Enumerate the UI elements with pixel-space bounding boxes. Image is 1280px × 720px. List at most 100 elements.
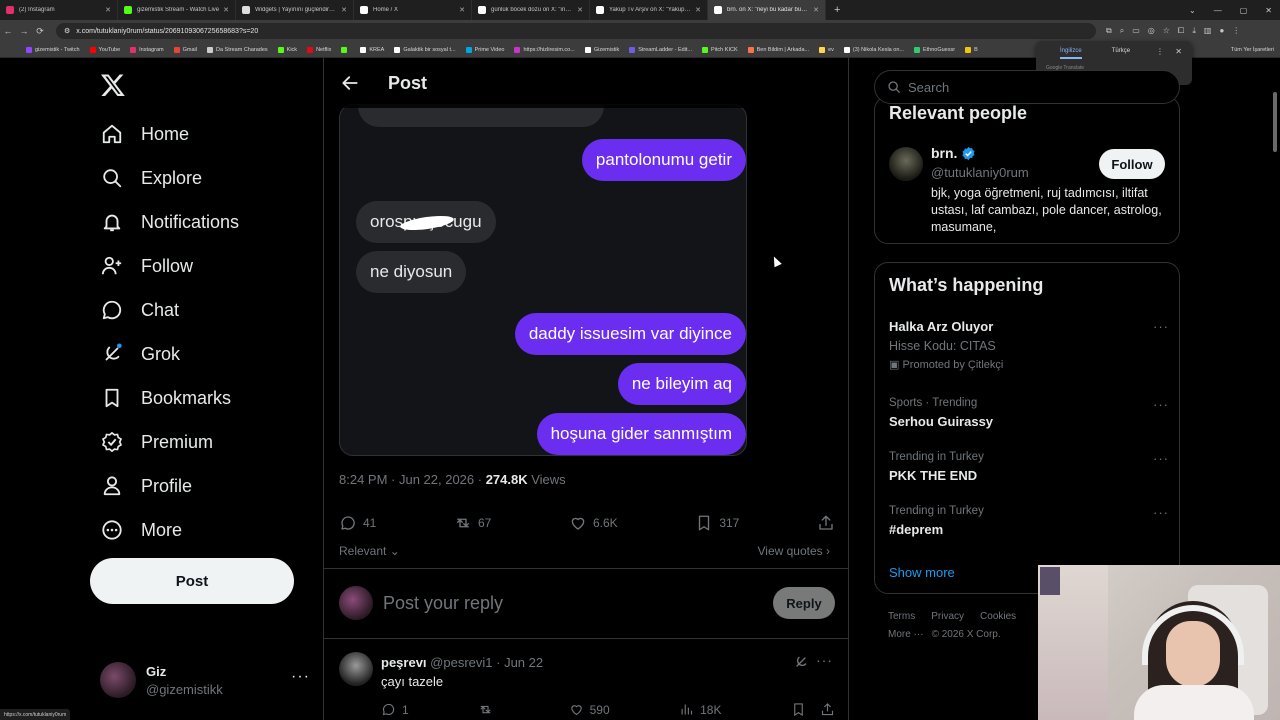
close-icon[interactable]: ✕ xyxy=(695,6,701,14)
reply-item[interactable]: peşrevı @pesrevi1 · Jun 22 çayı tazele ·… xyxy=(339,652,835,720)
bookmark-item[interactable]: https://hizliresim.co... xyxy=(514,46,575,53)
reload-icon[interactable]: ⟳ xyxy=(32,26,48,37)
close-window-icon[interactable]: ✕ xyxy=(1265,6,1272,15)
reply-button[interactable]: Reply xyxy=(773,587,835,619)
menu-dots-icon[interactable]: ⋮ xyxy=(1232,26,1240,36)
more-dots-icon[interactable]: ··· xyxy=(1153,505,1169,520)
cast-icon[interactable]: ▭ xyxy=(1132,26,1140,36)
more-dots-icon[interactable]: ··· xyxy=(816,652,833,668)
repost-action[interactable]: 67 xyxy=(454,514,491,532)
person-handle[interactable]: @tutuklaniy0rum xyxy=(931,165,1029,180)
repost-action[interactable] xyxy=(478,702,499,717)
bookmark-item[interactable]: Gizemistik xyxy=(584,46,619,53)
close-icon[interactable]: ✕ xyxy=(105,6,111,14)
tab-widgets[interactable]: Widgets | Yayınını güçlendirmek ✕ xyxy=(236,0,354,20)
search-box[interactable] xyxy=(874,70,1180,104)
trend-item[interactable]: Trending in Turkey #deprem ··· xyxy=(889,505,1169,537)
bookmark-item[interactable]: Galaktik bir sosyal t... xyxy=(394,46,456,53)
nav-profile[interactable]: Profile xyxy=(100,471,192,501)
close-icon[interactable]: ✕ xyxy=(577,6,583,14)
sort-dropdown[interactable]: Relevant ⌄ xyxy=(339,544,400,558)
download-icon[interactable]: ⤓ xyxy=(1192,26,1196,36)
trend-item[interactable]: Trending in Turkey PKK THE END ··· xyxy=(889,451,1169,483)
close-icon[interactable]: ✕ xyxy=(341,6,347,14)
reply-author-handle[interactable]: @pesrevi1 xyxy=(430,655,492,670)
view-quotes-link[interactable]: View quotes › xyxy=(758,544,831,558)
footer-cookies[interactable]: Cookies xyxy=(980,611,1016,622)
trend-item[interactable]: Sports · Trending Serhou Guirassy ··· xyxy=(889,397,1169,429)
bookmark-action[interactable]: 317 xyxy=(695,514,739,532)
back-arrow-icon[interactable] xyxy=(340,73,360,93)
close-icon[interactable]: ✕ xyxy=(1175,47,1182,56)
minimize-icon[interactable]: — xyxy=(1214,6,1222,15)
new-tab-button[interactable]: + xyxy=(834,4,840,16)
bookmark-item[interactable]: ev xyxy=(819,46,834,53)
nav-bookmarks[interactable]: Bookmarks xyxy=(100,383,231,413)
nav-premium[interactable]: Premium xyxy=(100,427,213,457)
trend-item-promoted[interactable]: Halka Arz Oluyor Hisse Kodu: CITAS ▣ Pro… xyxy=(889,319,1169,371)
footer-terms[interactable]: Terms xyxy=(888,611,915,622)
bookmark-item[interactable]: YouTube xyxy=(89,46,120,53)
scrollbar-thumb[interactable] xyxy=(1273,92,1277,152)
tab-instagram[interactable]: (2) Instagram ✕ xyxy=(0,0,118,20)
close-icon[interactable]: ✕ xyxy=(223,6,229,14)
more-dots-icon[interactable]: ··· xyxy=(1153,397,1169,412)
bookmark-item[interactable]: (3) Nikola Kesla on... xyxy=(843,46,904,53)
share-action[interactable] xyxy=(817,514,835,532)
x-logo-icon[interactable] xyxy=(100,72,126,98)
bookmark-item[interactable]: Netflix xyxy=(307,46,331,53)
nav-grok[interactable]: Grok xyxy=(100,339,180,369)
like-action[interactable]: 6.6K xyxy=(569,514,618,532)
extensions-icon[interactable]: ⧠ xyxy=(1178,26,1184,36)
all-bookmarks-link[interactable]: Tüm Yer İşaretleri xyxy=(1231,47,1274,53)
close-icon[interactable]: ✕ xyxy=(813,6,819,14)
bookmark-item[interactable]: Kick xyxy=(277,46,297,53)
bookmark-item[interactable]: B xyxy=(965,46,978,53)
chevron-down-icon[interactable]: ⌄ xyxy=(1189,6,1196,15)
reply-input[interactable]: Post your reply xyxy=(383,593,773,614)
tab-home-x[interactable]: Home / X ✕ xyxy=(354,0,472,20)
reply-action[interactable]: 1 xyxy=(381,702,409,717)
back-arrow-icon[interactable]: ← xyxy=(0,26,16,36)
more-dots-icon[interactable]: ··· xyxy=(1153,319,1169,334)
follow-button[interactable]: Follow xyxy=(1099,149,1165,179)
post-media-chat-screenshot[interactable]: pantolonumu getir orospu çocugu ne diyos… xyxy=(339,104,747,456)
avatar[interactable] xyxy=(339,652,373,686)
reply-author-name[interactable]: peşrevı xyxy=(381,655,427,670)
bookmark-item[interactable]: Da Stream Charades xyxy=(207,46,268,53)
star-icon[interactable]: ☆ xyxy=(1163,26,1170,36)
nav-explore[interactable]: Explore xyxy=(100,163,202,193)
bookmark-item[interactable] xyxy=(341,46,350,53)
nav-chat[interactable]: Chat xyxy=(100,295,179,325)
url-field[interactable]: ⚙ x.com/tutuklaniy0rum/status/20691093067… xyxy=(56,23,1096,39)
grok-icon[interactable] xyxy=(793,654,809,670)
footer-more[interactable]: More ··· xyxy=(888,629,924,640)
nav-follow[interactable]: Follow xyxy=(100,251,193,281)
bookmark-item[interactable]: Gmail xyxy=(173,46,197,53)
tab-kick-stream[interactable]: gizemistik Stream - Watch Live ✕ xyxy=(118,0,236,20)
account-switcher[interactable]: Giz @gizemistikk ··· xyxy=(100,658,310,702)
bookmark-item[interactable]: Ben Bildim | Arkada... xyxy=(747,46,809,53)
close-icon[interactable]: ✕ xyxy=(459,6,465,14)
compose-post-button[interactable]: Post xyxy=(90,558,294,604)
sidebar-icon[interactable]: ▥ xyxy=(1204,26,1212,36)
views-action[interactable]: 18K xyxy=(679,702,721,717)
eye-off-icon[interactable]: ◎ xyxy=(1148,26,1155,36)
footer-privacy[interactable]: Privacy xyxy=(931,611,964,622)
bookmark-item[interactable]: gizemistik - Twitch xyxy=(26,46,80,53)
forward-arrow-icon[interactable]: → xyxy=(16,26,32,36)
bookmark-item[interactable]: EthnoGuessr xyxy=(913,46,955,53)
bookmark-item[interactable]: Pitch KICK xyxy=(702,46,738,53)
more-dots-icon[interactable]: ··· xyxy=(1153,451,1169,466)
nav-notifications[interactable]: Notifications xyxy=(100,207,239,237)
bookmark-item[interactable]: Instagram xyxy=(130,46,164,53)
show-more-link[interactable]: Show more xyxy=(889,565,955,580)
nav-more[interactable]: More xyxy=(100,515,182,545)
tab-yakup[interactable]: Yakup Tv Arşiv on X: "Yakup Tv ✕ xyxy=(590,0,708,20)
maximize-icon[interactable]: ▢ xyxy=(1240,6,1248,15)
nav-home[interactable]: Home xyxy=(100,119,189,149)
like-action[interactable]: 590 xyxy=(569,702,610,717)
reply-action[interactable]: 41 xyxy=(339,514,376,532)
menu-dots-icon[interactable]: ⋮ xyxy=(1156,47,1164,56)
site-info-icon[interactable]: ⚙ xyxy=(64,27,70,35)
